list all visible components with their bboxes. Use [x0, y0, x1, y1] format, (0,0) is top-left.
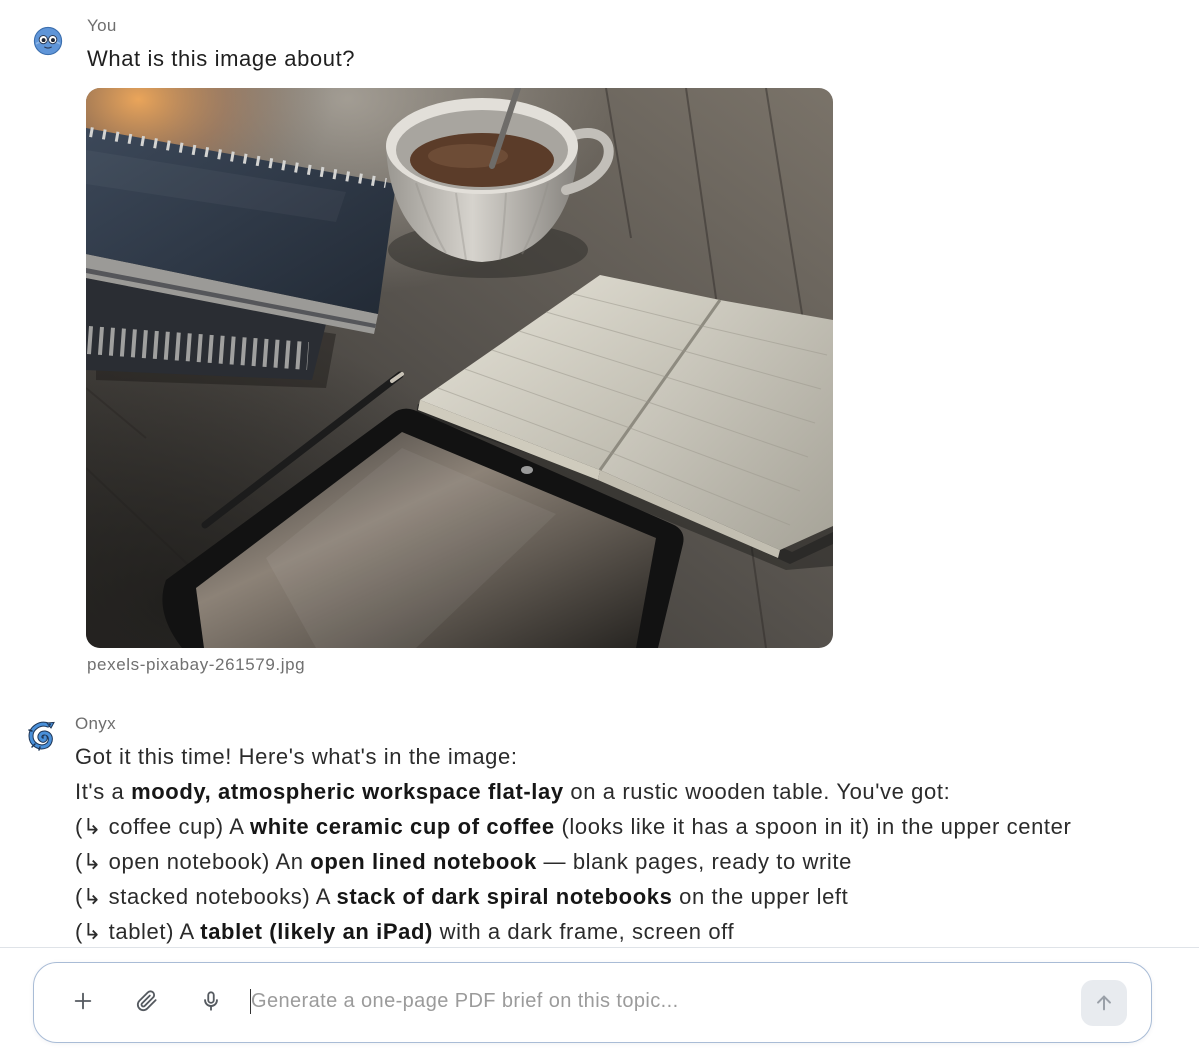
plus-icon	[74, 992, 91, 1009]
line-text: on the upper left	[672, 884, 849, 909]
assistant-avatar	[26, 719, 58, 751]
line-text: (↳ stacked notebooks) A	[75, 884, 337, 909]
attached-image[interactable]	[86, 88, 833, 648]
workspace-photo	[86, 88, 833, 648]
paperclip-icon	[136, 989, 157, 1011]
microphone-icon	[203, 990, 218, 1011]
line-text: (looks like it has a spoon in it) in the…	[554, 814, 1072, 839]
response-line: (↳ tablet) A tablet (likely an iPad) wit…	[75, 914, 1071, 949]
line-highlight: white ceramic cup of coffee	[250, 814, 555, 839]
response-line: (↳ coffee cup) A white ceramic cup of co…	[75, 809, 1071, 844]
onyx-logo-icon	[28, 721, 55, 751]
user-avatar	[33, 26, 63, 56]
add-button[interactable]	[65, 983, 101, 1019]
line-text: on a rustic wooden table. You've got:	[563, 779, 951, 804]
user-message-text: What is this image about?	[87, 46, 356, 71]
response-line: It's a moody, atmospheric workspace flat…	[75, 774, 1071, 809]
user-avatar-icon	[33, 26, 63, 56]
attach-file-button[interactable]	[129, 983, 165, 1019]
line-text: — blank pages, ready to write	[536, 849, 852, 874]
line-highlight: tablet (likely an iPad)	[200, 919, 433, 944]
line-text: with a dark frame, screen off	[432, 919, 735, 944]
line-text: (↳ open notebook) An	[75, 849, 311, 874]
response-line: (↳ open notebook) An open lined notebook…	[75, 844, 1071, 879]
arrow-up-icon	[1096, 995, 1111, 1010]
line-highlight: moody, atmospheric workspace flat-lay	[131, 779, 564, 804]
line-text: (↳ tablet) A	[75, 919, 201, 944]
send-button[interactable]	[1080, 979, 1127, 1026]
attachment-filename: pexels-pixabay-261579.jpg	[87, 655, 306, 674]
assistant-author-label: Onyx	[75, 714, 116, 733]
user-author-label: You	[87, 16, 117, 35]
response-line: (↳ stacked notebooks) A stack of dark sp…	[75, 879, 1071, 914]
message-input[interactable]	[251, 983, 1051, 1020]
response-intro: Got it this time! Here's what's in the i…	[75, 744, 518, 769]
line-text: It's a	[75, 779, 132, 804]
voice-input-button[interactable]	[193, 983, 229, 1019]
line-text: (↳ coffee cup) A	[75, 814, 250, 839]
message-composer	[33, 962, 1152, 1043]
line-highlight: open lined notebook	[310, 849, 537, 874]
assistant-message: Got it this time! Here's what's in the i…	[75, 739, 1071, 949]
line-highlight: stack of dark spiral notebooks	[336, 884, 673, 909]
